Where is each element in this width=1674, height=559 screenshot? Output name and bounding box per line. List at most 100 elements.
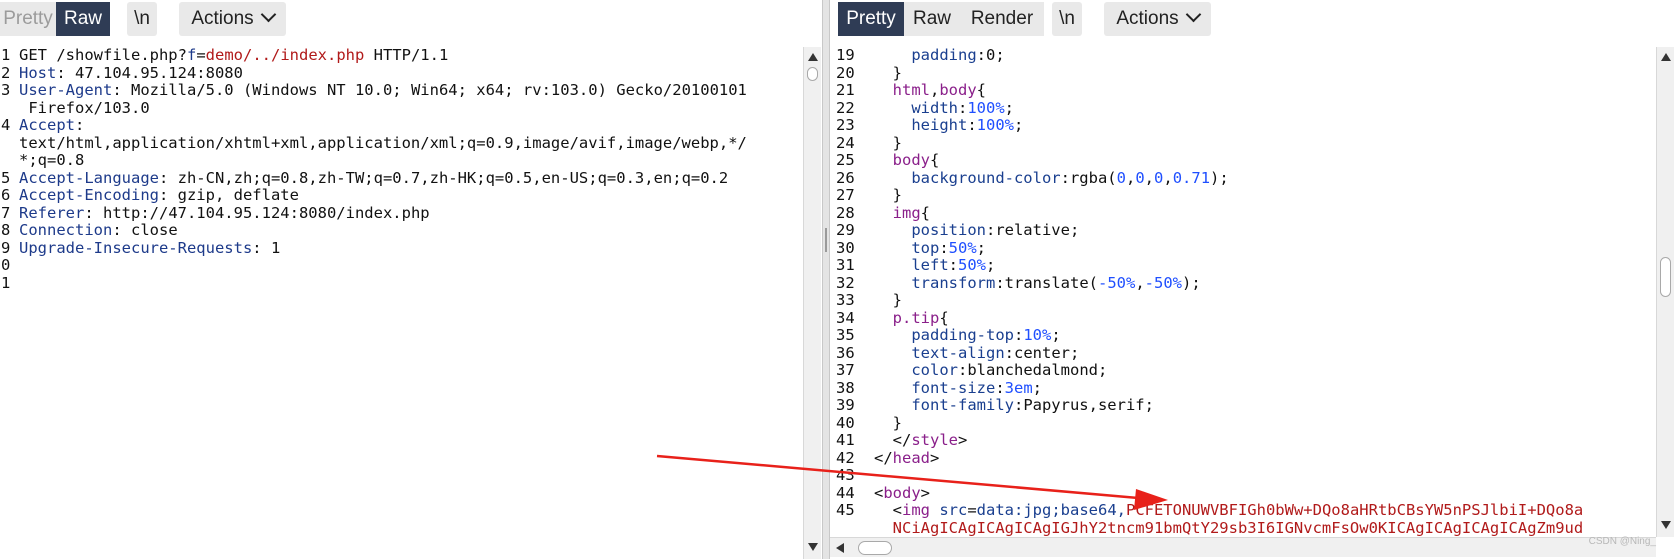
response-toolbar: Pretty Raw Render \n Actions	[830, 0, 1674, 46]
code-token: </	[874, 431, 912, 449]
scroll-left-arrow-icon[interactable]	[836, 543, 844, 553]
code-token: {	[930, 151, 940, 169]
code-token: body	[939, 81, 977, 99]
code-line: top:50%;	[874, 238, 1583, 258]
raw-tab[interactable]: Raw	[904, 2, 960, 36]
code-token: style	[911, 431, 958, 449]
scroll-thumb[interactable]	[807, 67, 818, 81]
line-number: 23	[836, 116, 855, 134]
code-token: 3em	[1004, 378, 1033, 397]
actions-menu-button[interactable]: Actions	[1104, 2, 1211, 36]
code-token: demo/../index.php	[205, 47, 365, 64]
code-line: Upgrade-Insecure-Requests: 1	[19, 239, 747, 258]
code-token: >	[930, 448, 940, 467]
code-line: padding-top:10%;	[874, 326, 1583, 345]
code-token: ,	[930, 81, 940, 99]
line-number	[1, 100, 10, 118]
code-token: 100%	[967, 98, 1005, 117]
code-token: ,	[1135, 273, 1145, 292]
code-line: GET /showfile.php?f=demo/../index.php HT…	[19, 47, 747, 65]
line-number	[1, 135, 10, 153]
line-number: 0	[1, 256, 11, 274]
code-token: : zh-CN,zh;q=0.8,zh-TW;q=0.7,zh-HK;q=0.5…	[158, 168, 729, 187]
newline-toggle[interactable]: \n	[127, 2, 157, 36]
code-token: padding-top	[874, 326, 1014, 344]
code-token: :0;	[976, 47, 1005, 64]
code-token: HTTP/1.1	[364, 47, 449, 64]
code-token: f	[186, 47, 197, 64]
code-token: :relative;	[985, 221, 1080, 239]
code-token: head	[892, 448, 930, 467]
request-vertical-scrollbar[interactable]	[803, 47, 821, 559]
request-pane: Pretty Raw \n Actions 12345678901 GET /s…	[0, 0, 822, 559]
code-token: body	[883, 483, 921, 502]
scroll-thumb[interactable]	[1660, 257, 1671, 297]
code-token: data:jpg;base64,	[976, 501, 1126, 519]
response-horizontal-scrollbar[interactable]	[830, 537, 1656, 557]
code-line: color:blanchedalmond;	[874, 361, 1583, 380]
line-number: 20	[836, 63, 855, 82]
code-token: 100%	[976, 116, 1014, 134]
line-number: 1	[1, 47, 11, 64]
code-token: position	[874, 221, 986, 239]
code-token: text-align	[874, 343, 1005, 362]
scroll-up-arrow-icon[interactable]	[808, 53, 818, 61]
code-token: <	[874, 483, 884, 502]
code-token: -50%	[1144, 273, 1182, 292]
code-token: img	[902, 501, 930, 519]
code-token: 0	[1135, 168, 1145, 187]
render-tab[interactable]: Render	[960, 2, 1044, 36]
actions-label: Actions	[1116, 8, 1179, 29]
line-number: 33	[836, 291, 855, 309]
pretty-tab[interactable]: Pretty	[0, 2, 56, 36]
scroll-down-arrow-icon[interactable]	[808, 543, 818, 551]
code-line: font-size:3em;	[874, 378, 1583, 398]
pane-splitter[interactable]	[822, 0, 830, 559]
pretty-tab[interactable]: Pretty	[838, 2, 904, 36]
code-token: ;	[976, 238, 987, 257]
line-number: 4	[1, 116, 11, 134]
raw-tab[interactable]: Raw	[56, 2, 110, 36]
response-pane: Pretty Raw Render \n Actions 19 20 21 22 23 2…	[830, 0, 1674, 559]
code-token: html	[874, 81, 930, 99]
code-token: }	[874, 133, 902, 152]
code-token: :	[939, 238, 949, 257]
scroll-down-arrow-icon[interactable]	[1661, 521, 1671, 529]
actions-menu-button[interactable]: Actions	[179, 2, 286, 36]
response-vertical-scrollbar[interactable]	[1656, 47, 1674, 537]
splitter-grip-icon[interactable]	[825, 228, 827, 252]
code-token: 0	[1116, 168, 1126, 187]
code-token: {	[976, 81, 987, 99]
line-number: 36	[836, 343, 855, 362]
response-editor[interactable]: 19 20 21 22 23 24 25 26 27 28 29 30 31 32 33 34 35 36 37 38…	[830, 47, 1666, 537]
line-number: 19	[836, 47, 855, 64]
code-token: ;	[986, 256, 996, 274]
request-editor[interactable]: 12345678901 GET /showfile.php?f=demo/../…	[0, 47, 800, 559]
code-line: }	[874, 414, 1583, 433]
code-line: position:relative;	[874, 221, 1583, 240]
line-number: 41	[836, 431, 855, 449]
newline-toggle[interactable]: \n	[1052, 2, 1082, 36]
code-token: 0.71	[1172, 168, 1211, 187]
line-number: 42	[836, 448, 855, 467]
code-token: }	[874, 291, 902, 309]
horizontal-scroll-thumb[interactable]	[858, 541, 892, 555]
code-token: :	[948, 256, 958, 274]
code-token: );	[1210, 168, 1229, 187]
code-line: Accept-Language: zh-CN,zh;q=0.8,zh-TW;q=…	[19, 168, 747, 188]
line-number: 26	[836, 168, 855, 187]
code-token: left	[874, 256, 949, 274]
code-token: GET /showfile.php?	[19, 47, 187, 64]
code-line: text/html,application/xhtml+xml,applicat…	[19, 134, 747, 153]
code-line: }	[874, 64, 1583, 83]
line-number: 24	[836, 133, 855, 152]
code-token: height	[874, 116, 968, 134]
request-text[interactable]: GET /showfile.php?f=demo/../index.php HT…	[19, 47, 747, 292]
code-line: background-color:rgba(0,0,0,0.71);	[874, 168, 1583, 188]
response-text[interactable]: padding:0; } html,body{ width:100%; heig…	[874, 47, 1583, 537]
code-token: =	[196, 47, 206, 64]
line-number: 7	[1, 203, 11, 222]
scroll-up-arrow-icon[interactable]	[1661, 53, 1671, 61]
